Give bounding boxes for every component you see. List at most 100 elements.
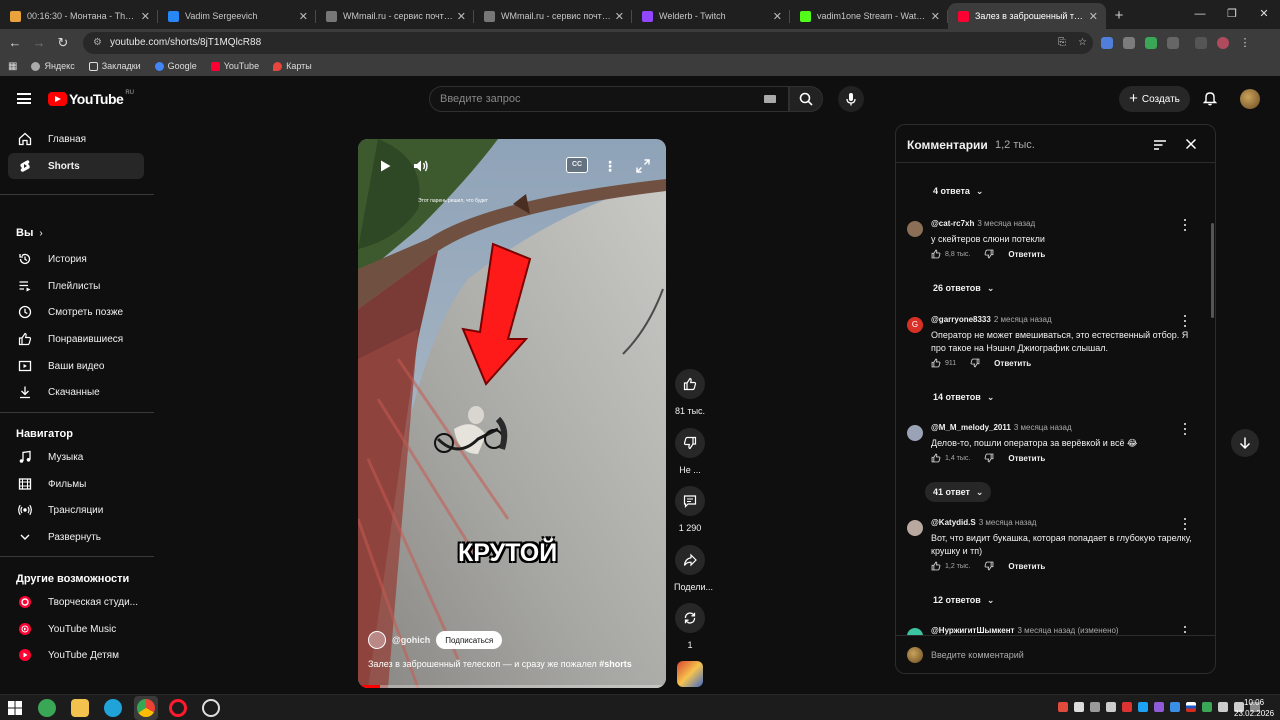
browser-tab[interactable]: Welderb - Twitch ✕ [632,3,790,29]
play-icon[interactable] [376,157,394,175]
file-explorer-icon[interactable] [71,699,89,717]
forward-icon[interactable]: → [27,35,51,50]
back-icon[interactable]: ← [3,35,27,50]
comment-time[interactable]: 3 месяца назад [979,518,1037,527]
comment-author[interactable]: @cat-rc7xh [931,219,974,228]
comment-author[interactable]: @Katydid.S [931,518,976,527]
close-tab-icon[interactable]: ✕ [141,10,150,23]
comment-avatar[interactable] [907,425,923,441]
comment-more-icon[interactable] [1183,626,1187,635]
translate-icon[interactable] [1101,36,1113,49]
bookmark-yandex[interactable]: Яндекс [31,61,75,71]
bookmark-star-icon[interactable]: ☆ [1078,37,1087,48]
share-button[interactable]: Подели... [674,545,713,592]
browser-tab[interactable]: vadim1one Stream - Watch Live✕ [790,3,948,29]
tray-icon[interactable] [1122,702,1132,712]
puzzle-icon[interactable] [1167,36,1179,49]
close-tab-icon[interactable]: ✕ [457,10,466,23]
sort-icon[interactable] [1153,139,1167,151]
comment-time[interactable]: 2 месяца назад [994,315,1052,324]
like-icon[interactable] [931,561,941,571]
sidebar-item-home[interactable]: Главная [8,126,144,152]
install-icon[interactable]: ⎘ [1058,37,1066,48]
tray-icon[interactable] [1058,702,1068,712]
sidebar-item-watch-later[interactable]: Смотреть позже [8,299,144,325]
tray-icon[interactable] [1170,702,1180,712]
chrome-taskbar-button[interactable] [134,696,158,720]
youtube-logo[interactable]: YouTube RU [48,90,134,107]
shorts-video-player[interactable]: CC ⋮ Этот парень решил, что будет КРУТОЙ… [358,139,666,688]
opera-icon[interactable] [169,699,187,717]
address-bar[interactable]: ⚙ youtube.com/shorts/8jT1MQlcR88 ⎘ ☆ [83,31,1093,54]
sidebar-item-history[interactable]: История [8,246,144,272]
volume-icon[interactable] [412,157,430,175]
tray-icon[interactable] [1186,702,1196,712]
media-icon[interactable] [1195,36,1207,49]
video-progress-bar[interactable] [358,685,666,688]
site-info-icon[interactable]: ⚙ [93,37,102,48]
tray-icon[interactable] [1106,702,1116,712]
reply-button[interactable]: Ответить [1008,250,1045,259]
comment-avatar[interactable] [907,628,923,635]
dislike-icon[interactable] [970,358,980,368]
taskbar-app-icon[interactable] [38,699,56,717]
hamburger-menu-icon[interactable] [17,93,31,104]
tray-icon[interactable] [1090,702,1100,712]
profile-icon[interactable] [1217,36,1229,49]
sidebar-item-yt-kids[interactable]: YouTube Детям [8,642,144,668]
show-replies-button[interactable]: 4 ответа ⌄ [925,181,991,201]
search-button[interactable] [789,86,823,112]
comment-input[interactable]: Введите комментарий [931,650,1024,660]
you-section-heading[interactable]: Вы › [16,227,43,239]
comments-button[interactable]: 1 290 [674,486,706,533]
wifi-icon[interactable] [1218,702,1228,712]
remix-button[interactable]: 1 [674,603,706,650]
new-tab-button[interactable]: + [1106,3,1132,29]
sidebar-item-liked[interactable]: Понравившиеся [8,326,144,352]
comment-more-icon[interactable] [1183,423,1187,435]
captions-button[interactable]: CC [566,157,588,173]
sidebar-item-yt-music[interactable]: YouTube Music [8,616,144,642]
close-tab-icon[interactable]: ✕ [615,10,624,23]
video-title[interactable]: Залез в заброшенный телескоп — и сразу ж… [368,659,658,669]
bookmark-google[interactable]: Google [154,61,197,71]
bookmark-maps[interactable]: Карты [273,61,312,71]
close-window-icon[interactable]: ✕ [1248,0,1280,29]
tray-icon[interactable] [1202,702,1212,712]
comment-more-icon[interactable] [1183,518,1187,530]
comment-author[interactable]: @garryone8333 [931,315,991,324]
bookmark-youtube[interactable]: YouTube [210,61,259,71]
tray-icon[interactable] [1074,702,1084,712]
show-replies-button[interactable]: 12 ответов ⌄ [925,590,1002,610]
dislike-icon[interactable] [984,453,994,463]
reload-icon[interactable]: ↻ [51,35,75,51]
more-options-icon[interactable]: ⋮ [603,157,617,175]
tray-icon[interactable] [1154,702,1164,712]
menu-icon[interactable]: ⋮ [1239,37,1251,49]
comments-scrollbar[interactable] [1211,223,1214,318]
dislike-icon[interactable] [984,249,994,259]
show-replies-button[interactable]: 14 ответов ⌄ [925,387,1002,407]
sidebar-item-playlists[interactable]: Плейлисты [8,273,144,299]
close-tab-icon[interactable]: ✕ [299,10,308,23]
keyboard-icon[interactable] [764,95,776,103]
like-button[interactable]: 81 тыс. [674,369,706,416]
restore-icon[interactable]: ❐ [1216,0,1248,29]
subscribe-button[interactable]: Подписаться [436,631,503,649]
comment-avatar[interactable]: G [907,317,923,333]
comment-author[interactable]: @НуржигитШымкент [931,626,1014,635]
close-icon[interactable] [1184,137,1198,151]
channel-name[interactable]: @gohich [392,635,430,645]
fullscreen-icon[interactable] [634,157,652,175]
next-video-button[interactable] [1231,429,1259,457]
hashtag-link[interactable]: #shorts [599,659,632,669]
comment-author[interactable]: @M_M_melody_2011 [931,423,1011,432]
reply-button[interactable]: Ответить [1008,454,1045,463]
notifications-bell-icon[interactable] [1203,90,1217,106]
taskbar-app-icon[interactable] [202,699,220,717]
browser-tab[interactable]: WMmail.ru - сервис почтовых ✕ [316,3,474,29]
account-avatar[interactable] [1240,89,1260,109]
sidebar-item-downloads[interactable]: Скачанные [8,379,144,405]
sound-thumbnail[interactable] [677,661,703,687]
show-replies-button[interactable]: 26 ответов ⌄ [925,278,1002,298]
